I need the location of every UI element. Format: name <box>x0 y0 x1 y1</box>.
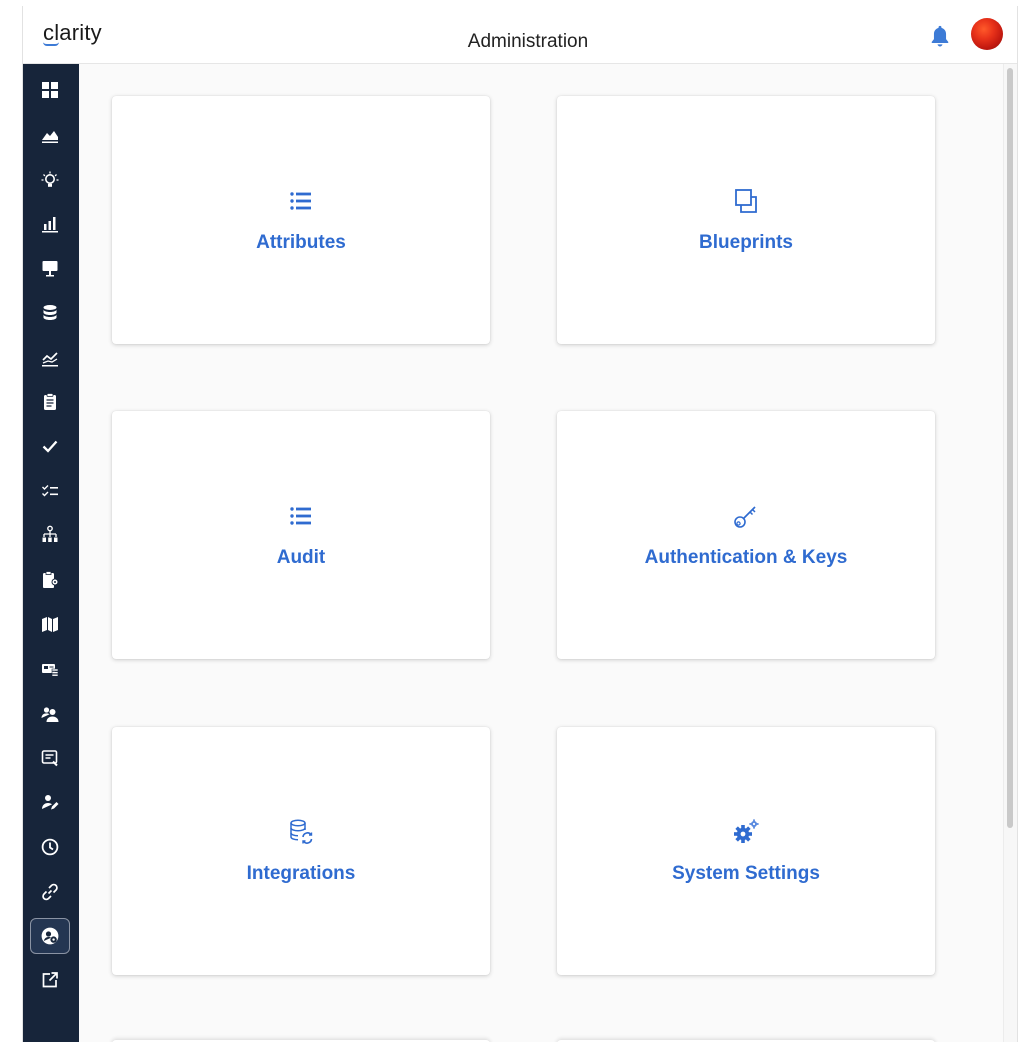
pop-out-icon[interactable] <box>30 962 70 998</box>
database-icon[interactable] <box>30 295 70 331</box>
checklist-icon[interactable] <box>30 473 70 509</box>
hierarchy-icon[interactable] <box>30 517 70 553</box>
blueprints-card[interactable]: Blueprints <box>557 96 935 344</box>
database-sync-icon <box>112 815 490 849</box>
scrollbar-thumb[interactable] <box>1007 68 1013 828</box>
bar-chart-icon[interactable] <box>30 206 70 242</box>
card-label: System Settings <box>672 863 820 884</box>
app-window: clarity Administration Attributes Bluepr… <box>22 6 1018 1042</box>
integrations-card[interactable]: Integrations <box>112 727 490 975</box>
admin-settings-icon[interactable] <box>30 918 70 954</box>
lightbulb-icon[interactable] <box>30 162 70 198</box>
dashboard-icon[interactable] <box>30 72 70 108</box>
attributes-card[interactable]: Attributes <box>112 96 490 344</box>
clipboard-settings-icon[interactable] <box>30 562 70 598</box>
key-icon <box>557 499 935 533</box>
note-icon[interactable] <box>30 740 70 776</box>
link-icon[interactable] <box>30 874 70 910</box>
audit-card[interactable]: Audit <box>112 411 490 659</box>
system-settings-card[interactable]: System Settings <box>557 727 935 975</box>
map-icon[interactable] <box>30 606 70 642</box>
card-label: Audit <box>276 547 326 568</box>
sidebar-nav <box>23 64 79 1042</box>
list-icon <box>112 184 490 218</box>
card-label: Integrations <box>246 863 356 884</box>
page-title: Administration <box>467 31 589 52</box>
line-chart-icon[interactable] <box>30 340 70 376</box>
bell-icon[interactable] <box>929 24 951 48</box>
authentication-keys-card[interactable]: Authentication & Keys <box>557 411 935 659</box>
list-icon <box>112 499 490 533</box>
card-label: Authentication & Keys <box>644 547 848 568</box>
check-icon[interactable] <box>30 428 70 464</box>
area-chart-icon[interactable] <box>30 117 70 153</box>
gears-icon <box>557 815 935 849</box>
presentation-icon[interactable] <box>30 250 70 286</box>
card-label: Blueprints <box>699 232 793 253</box>
top-header: clarity Administration <box>23 6 1017 64</box>
avatar-icon[interactable] <box>971 18 1003 50</box>
copy-icon <box>557 184 935 218</box>
id-card-icon[interactable] <box>30 651 70 687</box>
card-label: Attributes <box>256 232 346 253</box>
users-icon[interactable] <box>30 696 70 732</box>
clock-icon[interactable] <box>30 829 70 865</box>
user-edit-icon[interactable] <box>30 784 70 820</box>
clipboard-icon[interactable] <box>30 384 70 420</box>
